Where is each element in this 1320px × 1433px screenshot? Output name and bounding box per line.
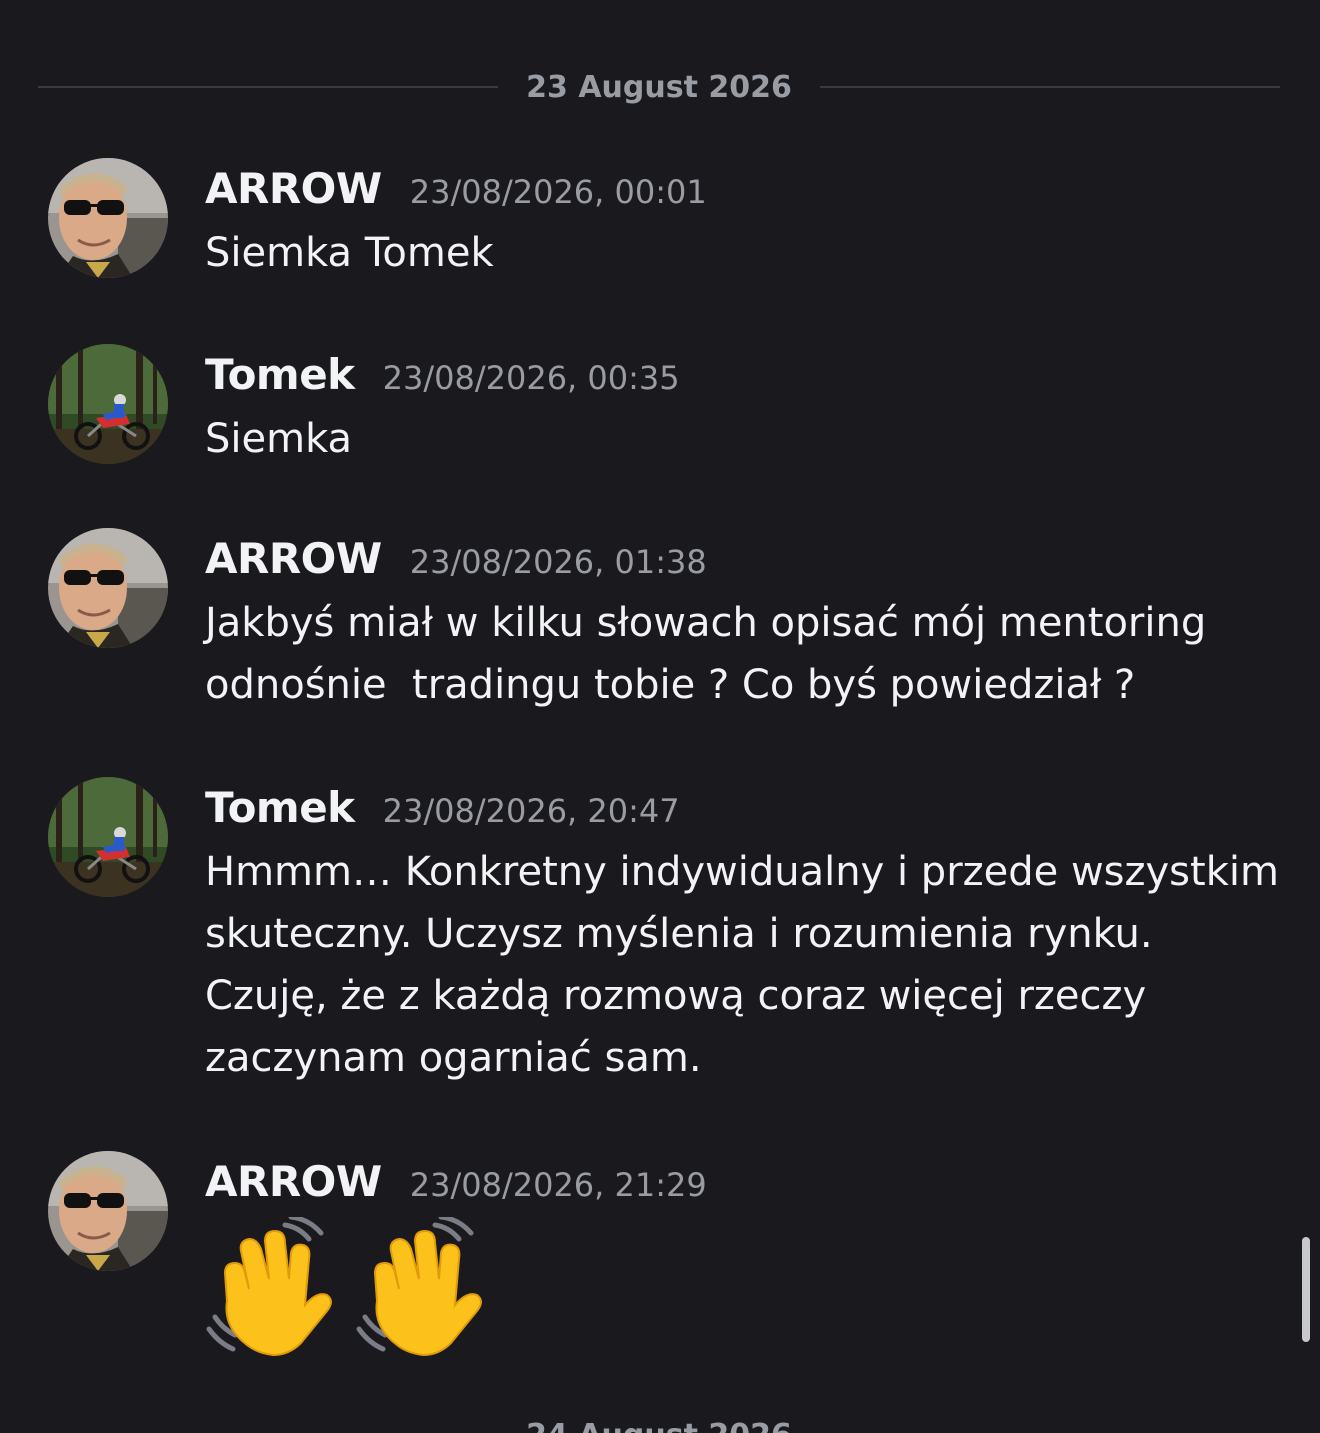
message-content: ARROW 23/08/2026, 00:01 Siemka Tomek <box>205 164 1280 284</box>
author-name[interactable]: ARROW <box>205 534 382 583</box>
message-content: ARROW 23/08/2026, 21:29 <box>205 1157 1280 1357</box>
message-content: Tomek 23/08/2026, 00:35 Siemka <box>205 350 1280 470</box>
message-text: Siemka Tomek <box>205 230 494 276</box>
divider-line <box>819 86 1280 88</box>
message-content: ARROW 23/08/2026, 01:38 Jakbyś miał w ki… <box>205 534 1280 716</box>
divider-line <box>38 86 499 88</box>
chat-screen: 23 August 2026 ARROW 23/08/2026, 00:01 S… <box>0 0 1320 1433</box>
message-text: Jakbyś miał w kilku słowach opisać mój m… <box>205 600 1219 708</box>
author-name[interactable]: ARROW <box>205 164 382 213</box>
message-timestamp: 23/08/2026, 21:29 <box>409 1166 707 1204</box>
message-content: Tomek 23/08/2026, 20:47 Hmmm… Konkretny … <box>205 783 1280 1089</box>
date-divider-label: 23 August 2026 <box>526 69 792 105</box>
message-header: ARROW 23/08/2026, 01:38 <box>205 534 1280 584</box>
message-timestamp: 23/08/2026, 01:38 <box>409 543 707 581</box>
message-header: ARROW 23/08/2026, 00:01 <box>205 164 1280 214</box>
date-divider: 23 August 2026 <box>38 57 1280 117</box>
date-divider: 24 August 2026 <box>38 1405 1280 1433</box>
message-header: ARROW 23/08/2026, 21:29 <box>205 1157 1280 1207</box>
arrow-avatar[interactable] <box>48 158 168 278</box>
message-timestamp: 23/08/2026, 00:01 <box>409 173 707 211</box>
message-text: Siemka <box>205 416 353 462</box>
date-divider-label: 24 August 2026 <box>498 1418 820 1433</box>
author-name[interactable]: Tomek <box>205 350 355 399</box>
tomek-avatar[interactable] <box>48 344 168 464</box>
waving-hand-icon <box>206 1217 332 1357</box>
tomek-avatar[interactable] <box>48 777 168 897</box>
author-name[interactable]: Tomek <box>205 783 355 832</box>
arrow-avatar[interactable] <box>48 528 168 648</box>
arrow-avatar[interactable] <box>48 1151 168 1271</box>
message-header: Tomek 23/08/2026, 20:47 <box>205 783 1280 833</box>
waving-hand-icon <box>356 1217 482 1357</box>
message-header: Tomek 23/08/2026, 00:35 <box>205 350 1280 400</box>
message-text: Hmmm… Konkretny indywidualny i przede ws… <box>205 849 1292 1081</box>
message-timestamp: 23/08/2026, 20:47 <box>382 792 680 830</box>
emoji-row <box>205 1217 1280 1357</box>
author-name[interactable]: ARROW <box>205 1157 382 1206</box>
message-timestamp: 23/08/2026, 00:35 <box>382 359 680 397</box>
scrollbar[interactable] <box>1302 1237 1310 1342</box>
